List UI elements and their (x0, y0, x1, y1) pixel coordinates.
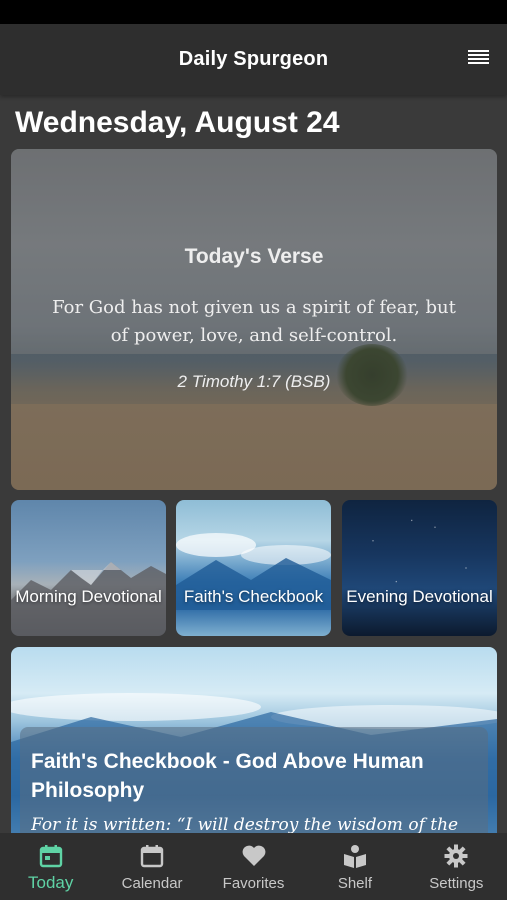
tab-shelf[interactable]: Shelf (304, 833, 405, 900)
status-bar (0, 0, 507, 24)
hamburger-menu-icon[interactable] (468, 50, 489, 68)
morning-devotional-tile[interactable]: Morning Devotional (11, 500, 166, 636)
tile-label: Morning Devotional (15, 587, 162, 606)
calendar-icon (139, 843, 165, 869)
article-excerpt: For it is written: “I will destroy the w… (31, 815, 459, 833)
tab-label: Calendar (121, 875, 183, 892)
tab-label: Today (28, 873, 74, 892)
date-heading: Wednesday, August 24 (15, 106, 340, 139)
verse-reference: 2 Timothy 1:7 (BSB) (177, 372, 331, 391)
tab-favorites[interactable]: Favorites (203, 833, 304, 900)
article-title: Faith's Checkbook - God Above Human Phil… (31, 750, 424, 802)
verse-text: For God has not given us a spirit of fea… (52, 297, 456, 346)
evening-devotional-tile[interactable]: Evening Devotional (342, 500, 497, 636)
mountain-image (11, 562, 166, 636)
tab-label: Favorites (222, 875, 285, 892)
tab-settings[interactable]: Settings (406, 833, 507, 900)
app-title: Daily Spurgeon (178, 48, 329, 70)
featured-article-card[interactable]: Faith's Checkbook - God Above Human Phil… (11, 647, 497, 833)
tab-calendar[interactable]: Calendar (101, 833, 202, 900)
verse-title: Today's Verse (184, 245, 324, 268)
calendar-today-icon (38, 843, 64, 869)
cloud-sea-image (176, 533, 331, 610)
tab-bar: Today Calendar Favorites Shelf Settings (0, 833, 507, 900)
heart-icon (241, 843, 267, 869)
tab-label: Shelf (337, 875, 373, 892)
starry-sky-image (342, 500, 497, 636)
todays-verse-card[interactable]: Today's Verse For God has not given us a… (11, 149, 497, 490)
tile-label: Faith's Checkbook (183, 587, 324, 606)
faiths-checkbook-tile[interactable]: Faith's Checkbook (176, 500, 331, 636)
tab-today[interactable]: Today (0, 833, 101, 900)
gear-icon (443, 843, 469, 869)
tile-label: Evening Devotional (346, 587, 493, 606)
navigation-bar: Daily Spurgeon (0, 24, 507, 95)
book-reader-icon (342, 843, 368, 869)
tab-label: Settings (429, 875, 484, 892)
